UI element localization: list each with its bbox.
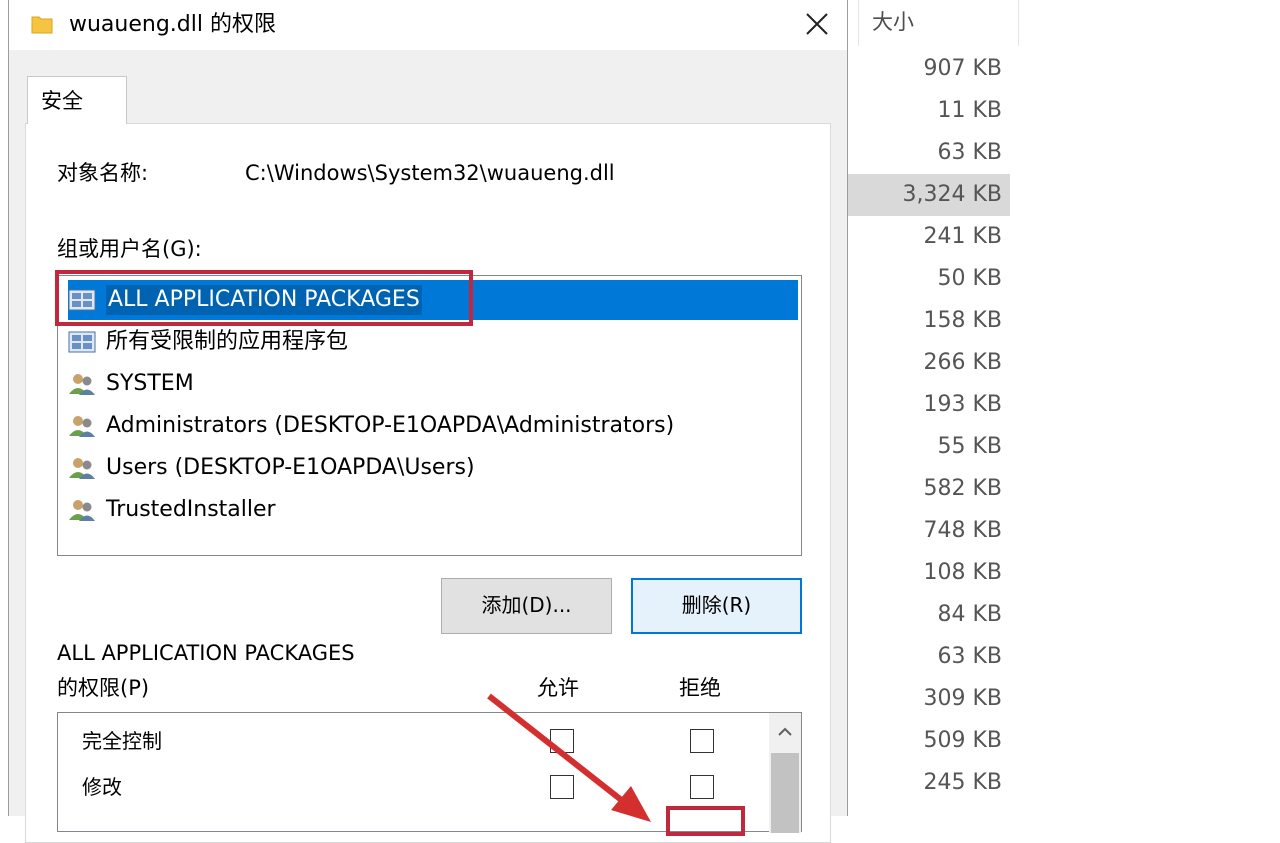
list-item-label: 所有受限制的应用程序包 bbox=[106, 329, 349, 354]
annotation-arrow-icon bbox=[487, 693, 651, 822]
permission-name: 修改 bbox=[82, 775, 122, 799]
permissions-scrollbar[interactable] bbox=[769, 713, 801, 833]
file-list-panel: 大小 907 KB 11 KB 63 KB 3,324 KB 241 KB 50 KB 15… bbox=[848, 0, 1280, 816]
app-package-icon bbox=[68, 288, 96, 312]
close-icon bbox=[806, 13, 828, 35]
file-size-cell: 582 KB bbox=[923, 476, 1002, 501]
tab-security-label: 安全 bbox=[41, 89, 83, 113]
remove-button[interactable]: 删除(R) bbox=[631, 578, 802, 634]
list-item-label: Administrators (DESKTOP-E1OAPDA\Administ… bbox=[106, 413, 675, 438]
app-package-icon bbox=[68, 330, 96, 354]
size-header-label: 大小 bbox=[872, 10, 914, 34]
file-size-cell: 266 KB bbox=[923, 350, 1002, 375]
title-bar: wuaueng.dll 的权限 bbox=[9, 0, 847, 50]
object-name-value: C:\Windows\System32\wuaueng.dll bbox=[245, 161, 615, 185]
file-size-cell: 193 KB bbox=[923, 392, 1002, 417]
file-size-cell: 84 KB bbox=[937, 602, 1002, 627]
file-size-cell: 907 KB bbox=[923, 56, 1002, 81]
users-icon bbox=[68, 456, 96, 480]
window-title: wuaueng.dll 的权限 bbox=[69, 12, 276, 37]
file-size-cell: 55 KB bbox=[937, 434, 1002, 459]
list-item[interactable]: Users (DESKTOP-E1OAPDA\Users) bbox=[68, 448, 798, 488]
file-size-cell: 158 KB bbox=[923, 308, 1002, 333]
column-separator bbox=[858, 0, 859, 46]
file-size-cell: 241 KB bbox=[923, 224, 1002, 249]
groups-label: 组或用户名(G): bbox=[57, 237, 202, 261]
file-size-cell: 63 KB bbox=[937, 644, 1002, 669]
list-item[interactable]: TrustedInstaller bbox=[68, 490, 798, 530]
object-name-label: 对象名称: bbox=[57, 161, 149, 185]
file-size-cell: 11 KB bbox=[937, 98, 1002, 123]
file-size-cell: 509 KB bbox=[923, 728, 1002, 753]
tab-security[interactable]: 安全 bbox=[27, 76, 127, 124]
permissions-title: ALL APPLICATION PACKAGES bbox=[57, 641, 355, 665]
list-item[interactable]: 所有受限制的应用程序包 bbox=[68, 322, 798, 362]
group-user-list[interactable]: ALL APPLICATION PACKAGES 所有受限制的应用程序包 SYSTE… bbox=[57, 275, 802, 556]
list-item[interactable]: ALL APPLICATION PACKAGES bbox=[68, 280, 798, 320]
permissions-list: 完全控制 修改 bbox=[57, 712, 802, 833]
deny-column-header: 拒绝 bbox=[679, 676, 721, 700]
deny-checkbox[interactable] bbox=[690, 729, 714, 753]
file-size-cell: 108 KB bbox=[923, 560, 1002, 585]
list-item-label: TrustedInstaller bbox=[106, 497, 276, 522]
file-size-cell: 63 KB bbox=[937, 140, 1002, 165]
folder-icon bbox=[31, 16, 53, 34]
list-item[interactable]: Administrators (DESKTOP-E1OAPDA\Administ… bbox=[68, 406, 798, 446]
file-size-cell: 3,324 KB bbox=[902, 182, 1003, 207]
file-size-cell: 748 KB bbox=[923, 518, 1002, 543]
permission-name: 完全控制 bbox=[82, 729, 162, 753]
file-size-cell: 309 KB bbox=[923, 686, 1002, 711]
size-column-header[interactable]: 大小 bbox=[858, 0, 1018, 46]
list-item-label: Users (DESKTOP-E1OAPDA\Users) bbox=[106, 455, 475, 480]
add-button[interactable]: 添加(D)... bbox=[441, 578, 612, 634]
users-icon bbox=[68, 414, 96, 438]
list-item[interactable]: SYSTEM bbox=[68, 364, 798, 404]
file-size-cell: 50 KB bbox=[937, 266, 1002, 291]
users-icon bbox=[68, 498, 96, 522]
permissions-title-suffix: 的权限(P) bbox=[57, 676, 150, 700]
permissions-dialog: wuaueng.dll 的权限 安全 对象名称: C:\Windows\Syst… bbox=[8, 0, 848, 843]
close-button[interactable] bbox=[797, 6, 837, 42]
list-item-label: ALL APPLICATION PACKAGES bbox=[106, 285, 422, 315]
scroll-thumb[interactable] bbox=[771, 753, 799, 833]
list-item-label: SYSTEM bbox=[106, 371, 194, 396]
chevron-up-icon bbox=[778, 727, 792, 736]
users-icon bbox=[68, 372, 96, 396]
file-size-cell: 245 KB bbox=[923, 770, 1002, 795]
scroll-up-button[interactable] bbox=[769, 713, 801, 751]
deny-checkbox[interactable] bbox=[690, 775, 714, 799]
column-separator bbox=[1018, 0, 1019, 46]
